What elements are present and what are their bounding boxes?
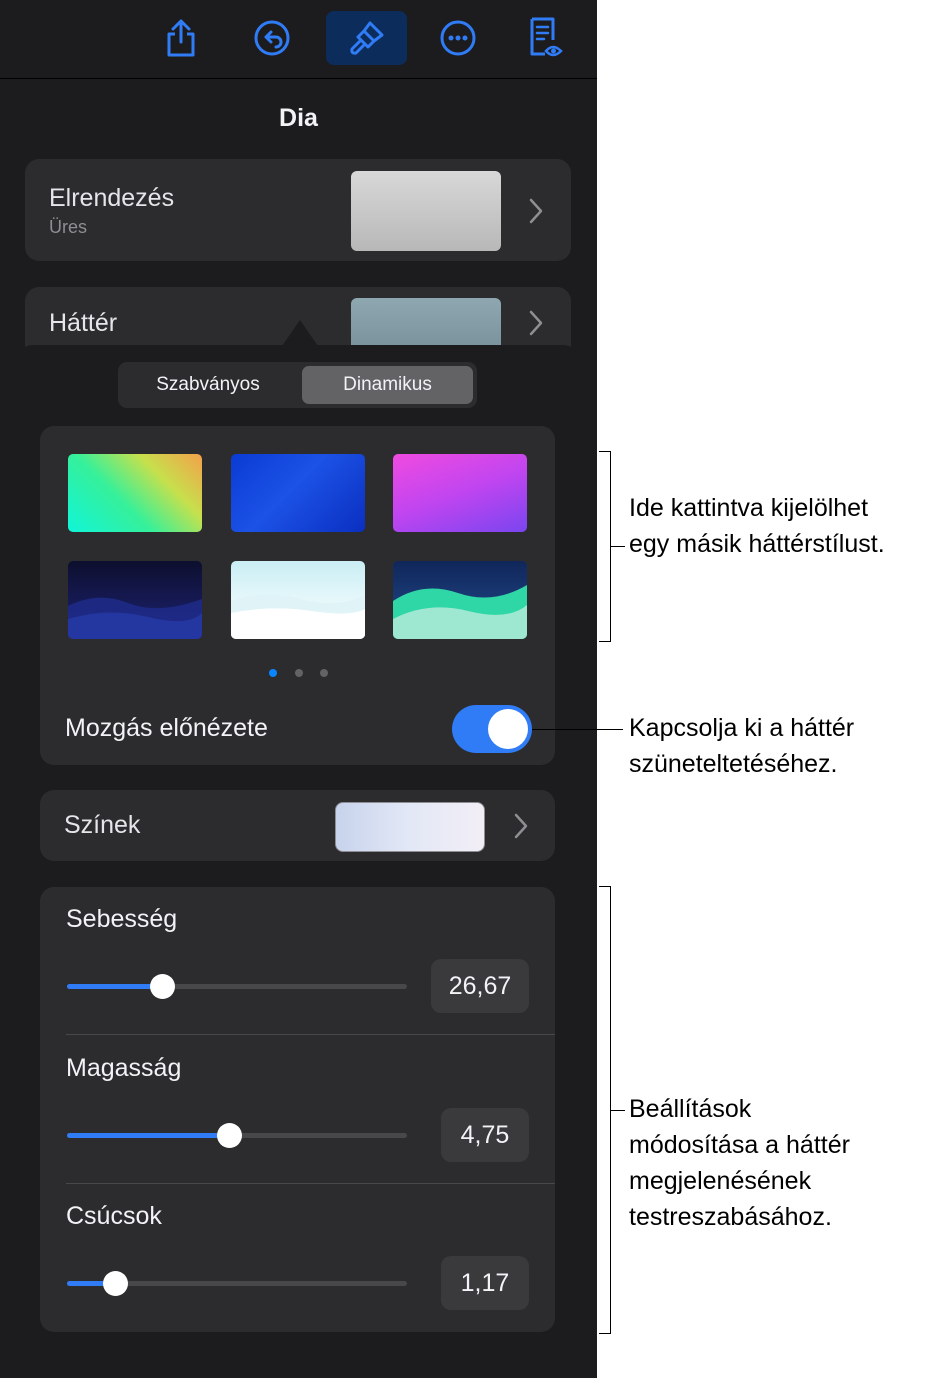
format-panel: Dia Elrendezés Üres Háttér Szabványos Di… [0, 0, 597, 1378]
motion-preview-label: Mozgás előnézete [65, 714, 268, 742]
presenter-notes-button[interactable] [513, 11, 577, 65]
format-button[interactable] [326, 11, 407, 65]
height-slider[interactable] [67, 1123, 407, 1148]
height-label: Magasság [66, 1054, 182, 1082]
height-value[interactable]: 4,75 [441, 1108, 529, 1162]
callout-styles: Ide kattintva kijelölhet egy másik hátté… [629, 490, 885, 562]
separator [66, 1183, 555, 1184]
peaks-value[interactable]: 1,17 [441, 1256, 529, 1310]
colors-label: Színek [64, 811, 141, 839]
chevron-right-icon [514, 813, 528, 839]
peaks-label: Csúcsok [66, 1202, 162, 1230]
separator [66, 1034, 555, 1035]
style-swatch-3[interactable] [393, 454, 527, 532]
peaks-slider[interactable] [67, 1271, 407, 1296]
layout-label: Elrendezés [49, 184, 175, 212]
leader-line [532, 729, 623, 730]
bracket [610, 1110, 625, 1111]
style-swatch-1[interactable] [68, 454, 202, 532]
motion-preview-toggle[interactable] [452, 705, 532, 753]
callout-toggle-line: szüneteltetéséhez. [629, 750, 838, 778]
speed-slider-knob[interactable] [150, 974, 175, 999]
segment-dynamic[interactable]: Dinamikus [302, 366, 473, 404]
page-dot-3[interactable] [320, 669, 328, 677]
bracket [599, 1333, 611, 1334]
chevron-right-icon [529, 198, 543, 224]
colors-preview [335, 802, 485, 852]
callout-toggle-line: Kapcsolja ki a háttér [629, 714, 855, 742]
peaks-slider-knob[interactable] [103, 1271, 128, 1296]
callout-settings-line: testreszabásához. [629, 1203, 832, 1231]
style-swatch-4[interactable] [68, 561, 202, 639]
more-icon [440, 20, 476, 56]
paintbrush-icon [349, 21, 383, 55]
layout-sublabel: Üres [49, 217, 88, 237]
height-slider-knob[interactable] [217, 1123, 242, 1148]
speed-slider[interactable] [67, 974, 407, 999]
style-swatch-4-waves [68, 597, 202, 639]
callout-settings-line: Beállítások [629, 1095, 752, 1123]
style-swatch-5-waves [231, 594, 365, 639]
toggle-knob [488, 709, 528, 749]
undo-button[interactable] [240, 11, 304, 65]
page-dot-2[interactable] [295, 669, 303, 677]
share-button[interactable] [149, 11, 213, 65]
style-swatch-6[interactable] [393, 561, 527, 639]
undo-icon [254, 20, 290, 56]
callout-settings: Beállítások módosítása a háttér megjelen… [629, 1091, 850, 1235]
callout-styles-line: Ide kattintva kijelölhet [629, 494, 869, 522]
popover-arrow [282, 320, 318, 346]
page-dot-1[interactable] [269, 669, 277, 677]
more-button[interactable] [426, 11, 490, 65]
layout-row[interactable]: Elrendezés Üres [25, 159, 571, 261]
height-slider-fill [67, 1133, 229, 1138]
background-type-segmented-control: Szabványos Dinamikus [118, 362, 477, 408]
speed-slider-fill [67, 984, 162, 989]
colors-row[interactable]: Színek [40, 790, 555, 861]
sheet-title: Dia [279, 104, 318, 132]
bracket [599, 641, 611, 642]
bracket [610, 546, 625, 547]
background-label: Háttér [49, 309, 118, 337]
document-eye-icon [530, 17, 563, 57]
style-swatch-5[interactable] [231, 561, 365, 639]
segment-standard[interactable]: Szabványos [122, 366, 294, 404]
callout-settings-line: megjelenésének [629, 1167, 812, 1195]
callout-settings-line: módosítása a háttér [629, 1131, 850, 1159]
toolbar [0, 0, 597, 79]
speed-label: Sebesség [66, 905, 178, 933]
layout-thumbnail [351, 171, 501, 251]
speed-value[interactable]: 26,67 [431, 959, 529, 1013]
style-swatch-2[interactable] [231, 454, 365, 532]
callout-toggle: Kapcsolja ki a háttér szüneteltetéséhez. [629, 710, 854, 782]
callout-styles-line: egy másik háttérstílust. [629, 530, 885, 558]
style-swatch-6-waves [393, 585, 527, 639]
share-icon [167, 19, 195, 57]
chevron-right-icon [529, 310, 543, 336]
